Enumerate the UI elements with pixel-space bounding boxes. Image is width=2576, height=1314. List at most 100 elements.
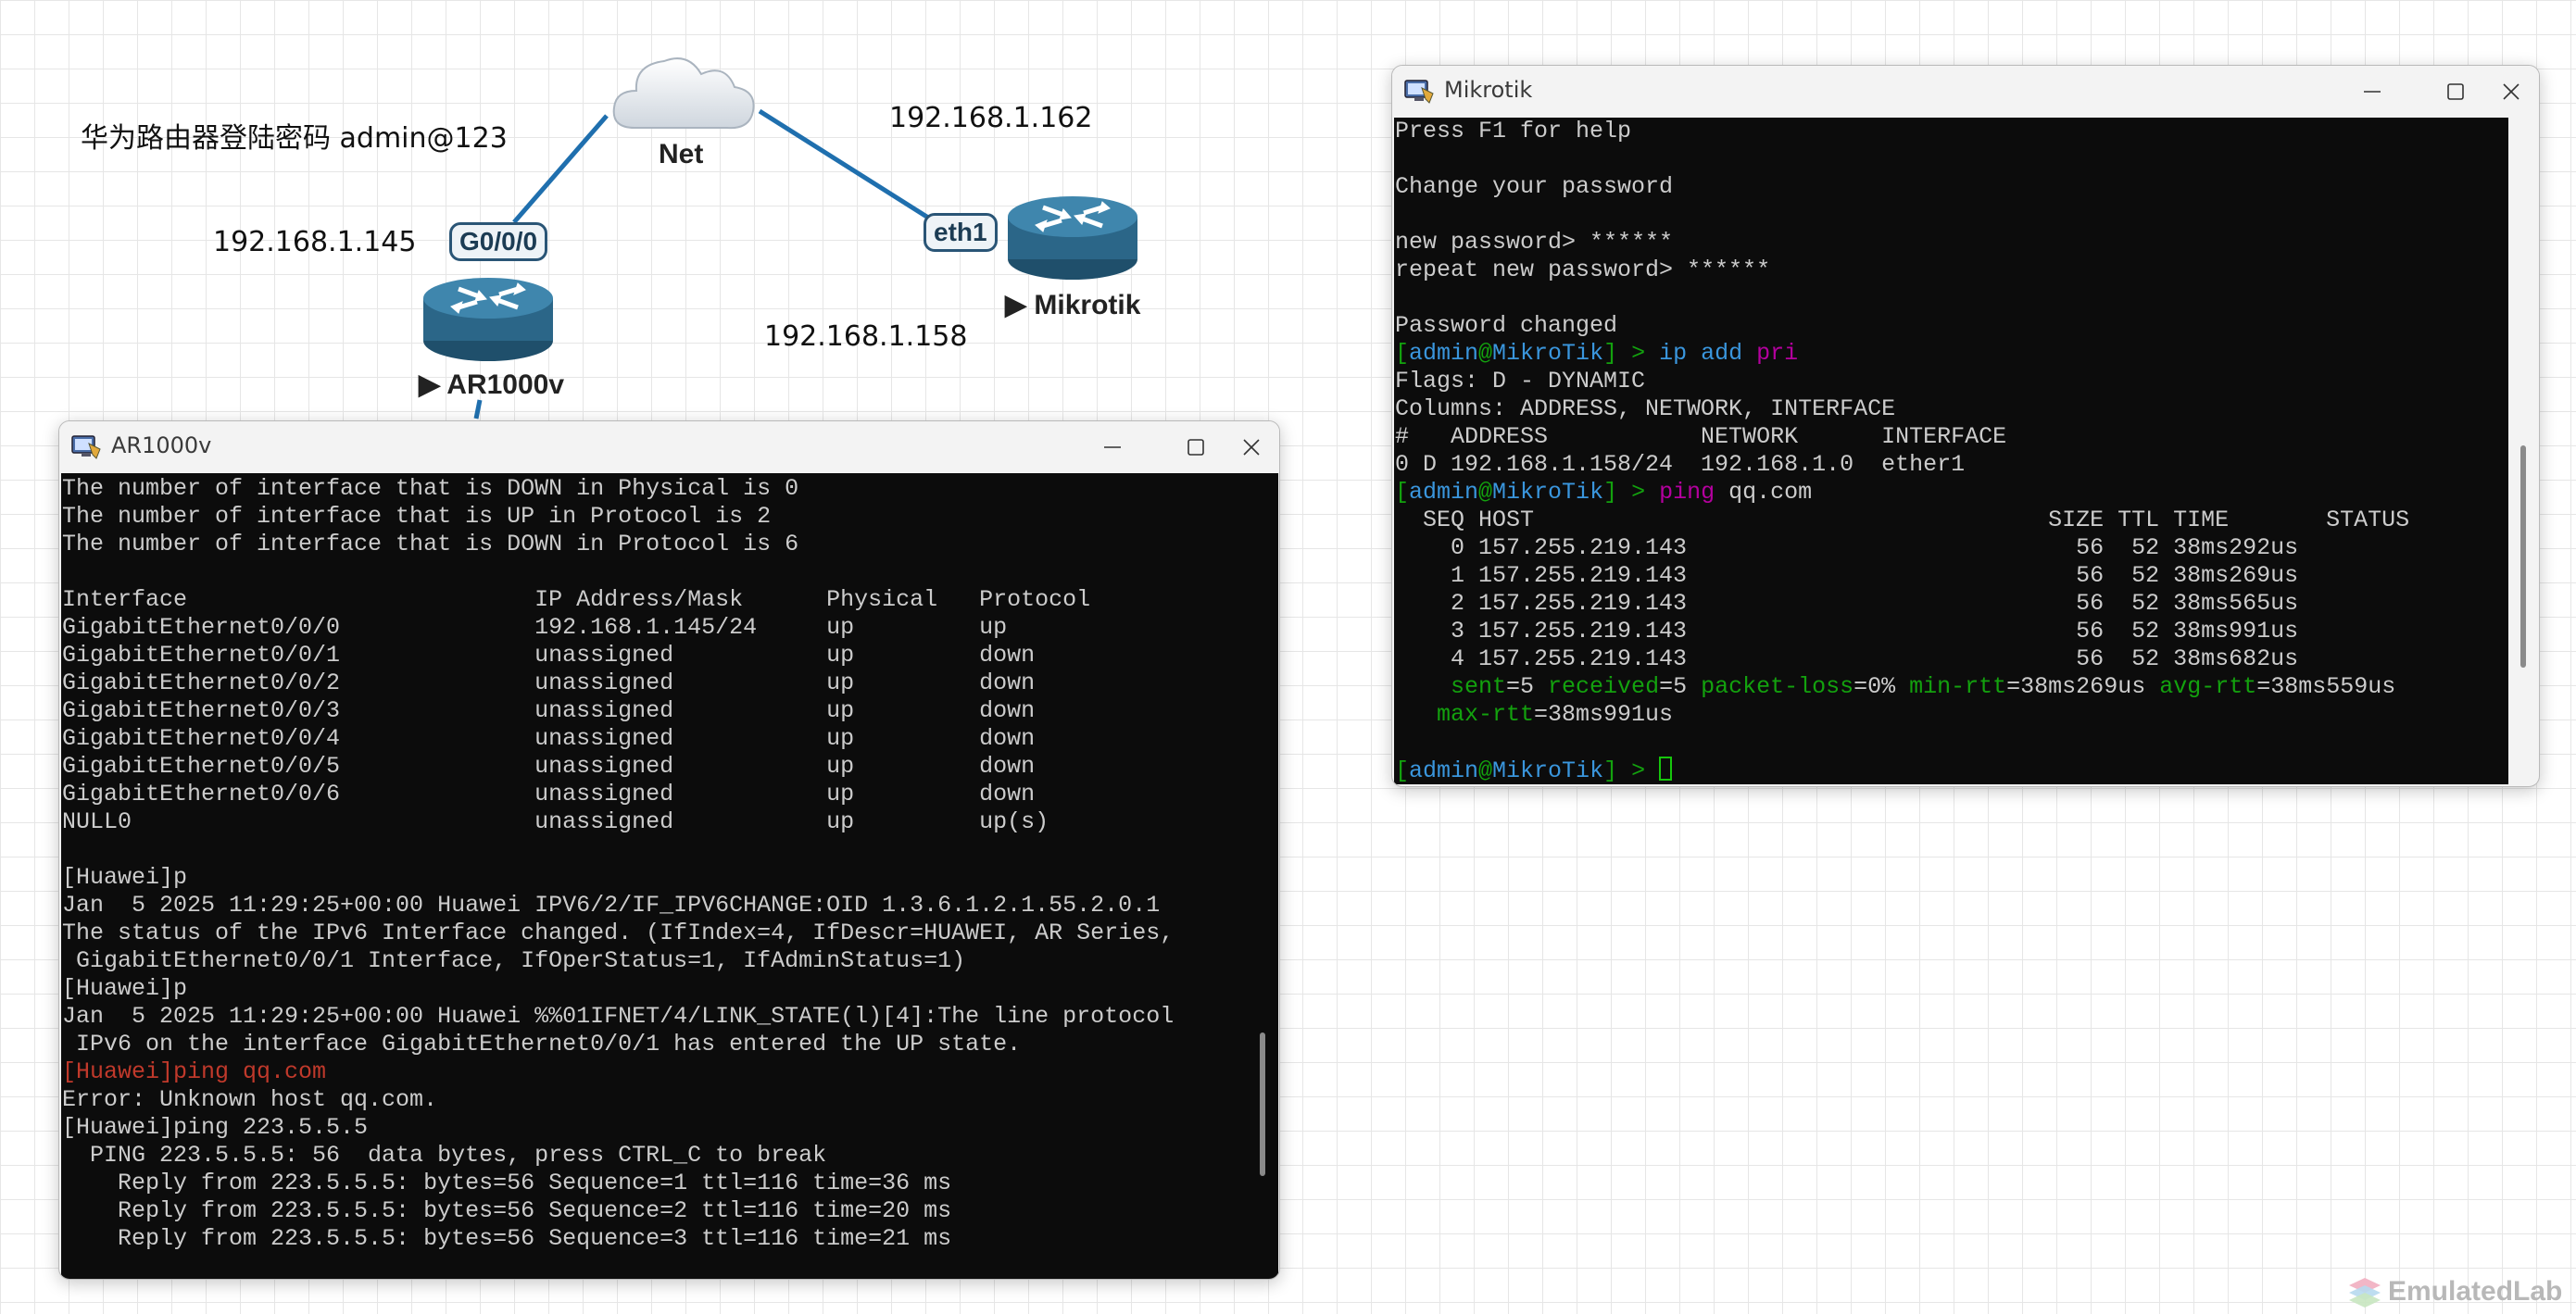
terminal-text: Reply from 223.5.5.5: bytes=56 Sequence=… <box>62 1197 952 1224</box>
terminal-text: 1 157.255.219.143 56 52 38ms269us <box>1395 562 2299 589</box>
terminal-line: 1 157.255.219.143 56 52 38ms269us <box>1395 562 2508 590</box>
mikrotik-terminal[interactable]: Press F1 for help Change your password new… <box>1394 118 2508 784</box>
maximize-button[interactable] <box>2428 71 2483 112</box>
terminal-line: [admin@MikroTik] > ping qq.com <box>1395 479 2508 507</box>
mikrotik-window[interactable]: Mikrotik Press F1 for help Change your pa… <box>1391 65 2540 787</box>
terminal-line: Interface IP Address/Mask Physical Proto… <box>62 586 1278 614</box>
terminal-text: pri <box>1756 340 1799 367</box>
terminal-line: GigabitEthernet0/0/6 unassigned up down <box>62 781 1278 808</box>
terminal-scrollbar[interactable] <box>1260 1032 1265 1176</box>
terminal-text: packet-loss <box>1701 673 1854 700</box>
terminal-text: 4 157.255.219.143 56 52 38ms682us <box>1395 645 2299 672</box>
terminal-text: GigabitEthernet0/0/6 unassigned up down <box>62 781 1036 807</box>
terminal-text: MikroTik <box>1492 479 1604 506</box>
link-ar-down <box>473 399 483 419</box>
terminal-line: SEQ HOST SIZE TTL TIME STATUS <box>1395 507 2508 534</box>
mikrotik-interface-badge: eth1 <box>924 213 998 252</box>
close-button[interactable] <box>2483 71 2539 112</box>
link-ar-net <box>512 114 609 224</box>
terminal-text: qq.com <box>1728 479 1813 506</box>
terminal-scrollbar[interactable] <box>2520 445 2526 668</box>
ar-node-label[interactable]: ▶ AR1000v <box>419 369 564 401</box>
maximize-icon <box>1187 439 1204 456</box>
terminal-text: Change your password <box>1395 173 1674 200</box>
terminal-app-icon <box>71 435 101 459</box>
terminal-text: Jan 5 2025 11:29:25+00:00 Huawei %%01IFN… <box>62 1003 1175 1030</box>
terminal-text: admin <box>1409 340 1479 367</box>
terminal-line: [admin@MikroTik] > ip add pri <box>1395 340 2508 368</box>
terminal-line: max-rtt=38ms991us <box>1395 701 2508 729</box>
terminal-line: 3 157.255.219.143 56 52 38ms991us <box>1395 618 2508 645</box>
terminal-text: GigabitEthernet0/0/0 192.168.1.145/24 up… <box>62 614 1008 641</box>
mikrotik-node-label[interactable]: ▶ Mikrotik <box>1005 289 1140 321</box>
minimize-icon <box>2364 91 2381 93</box>
terminal-line: sent=5 received=5 packet-loss=0% min-rtt… <box>1395 673 2508 701</box>
terminal-text: sent <box>1395 673 1507 700</box>
password-note: 华为路由器登陆密码 admin@123 <box>81 122 508 155</box>
terminal-text: GigabitEthernet0/0/5 unassigned up down <box>62 753 1036 780</box>
close-button[interactable] <box>1224 427 1279 468</box>
terminal-line: The status of the IPv6 Interface changed… <box>62 920 1278 947</box>
terminal-line: Flags: D - DYNAMIC <box>1395 368 2508 395</box>
maximize-button[interactable] <box>1168 427 1224 468</box>
terminal-text: [ <box>1395 340 1410 367</box>
terminal-text: GigabitEthernet0/0/3 unassigned up down <box>62 697 1036 724</box>
router-icon[interactable] <box>421 274 556 363</box>
terminal-line: IPv6 on the interface GigabitEthernet0/0… <box>62 1031 1278 1058</box>
terminal-line: GigabitEthernet0/0/1 Interface, IfOperSt… <box>62 947 1278 975</box>
terminal-text: 3 157.255.219.143 56 52 38ms991us <box>1395 618 2299 644</box>
terminal-text: 2 157.255.219.143 56 52 38ms565us <box>1395 590 2299 617</box>
terminal-text: Error: Unknown host qq.com. <box>62 1086 438 1113</box>
terminal-line: [Huawei]p <box>62 864 1278 892</box>
terminal-line: Change your password <box>1395 173 2508 201</box>
ip-label-ar: 192.168.1.145 <box>213 226 417 258</box>
terminal-text: The number of interface that is UP in Pr… <box>62 503 772 530</box>
watermark-text: EmulatedLab <box>2388 1276 2563 1307</box>
maximize-icon <box>2447 83 2464 100</box>
close-icon <box>1243 439 1260 456</box>
terminal-text: =0% <box>1853 673 1910 700</box>
cloud-icon[interactable] <box>607 44 760 137</box>
terminal-line: Columns: ADDRESS, NETWORK, INTERFACE <box>1395 395 2508 423</box>
terminal-line: [Huawei]ping qq.com <box>62 1058 1278 1086</box>
terminal-text: Columns: ADDRESS, NETWORK, INTERFACE <box>1395 395 1896 422</box>
terminal-line: The number of interface that is UP in Pr… <box>62 503 1278 531</box>
terminal-line: [Huawei]ping 223.5.5.5 <box>62 1114 1278 1142</box>
terminal-text: The number of interface that is DOWN in … <box>62 475 799 502</box>
router-icon[interactable] <box>1006 193 1140 282</box>
terminal-line: # ADDRESS NETWORK INTERFACE <box>1395 423 2508 451</box>
terminal-text: @ <box>1478 757 1493 784</box>
terminal-text: [ <box>1395 479 1410 506</box>
terminal-line: The number of interface that is DOWN in … <box>62 531 1278 558</box>
terminal-text: 0 157.255.219.143 56 52 38ms292us <box>1395 534 2299 561</box>
terminal-text: =5 <box>1506 673 1549 700</box>
terminal-line: The number of interface that is DOWN in … <box>62 475 1278 503</box>
terminal-line: GigabitEthernet0/0/0 192.168.1.145/24 up… <box>62 614 1278 642</box>
terminal-text: =38ms559us <box>2256 673 2396 700</box>
terminal-line: GigabitEthernet0/0/1 unassigned up down <box>62 642 1278 670</box>
terminal-line: Reply from 223.5.5.5: bytes=56 Sequence=… <box>62 1197 1278 1225</box>
minimize-button[interactable] <box>1085 427 1140 468</box>
terminal-line: PING 223.5.5.5: 56 data bytes, press CTR… <box>62 1142 1278 1170</box>
terminal-line: Reply from 223.5.5.5: bytes=56 Sequence=… <box>62 1170 1278 1197</box>
ar1000v-terminal[interactable]: The number of interface that is DOWN in … <box>61 473 1278 1279</box>
window-titlebar[interactable]: Mikrotik <box>1392 66 2539 118</box>
terminal-text: ip add <box>1659 340 1757 367</box>
terminal-text: [ <box>1395 757 1410 784</box>
terminal-text: GigabitEthernet0/0/1 Interface, IfOperSt… <box>62 947 966 974</box>
terminal-app-icon <box>1404 80 1434 104</box>
terminal-text: GigabitEthernet0/0/1 unassigned up down <box>62 642 1036 669</box>
terminal-text: 0 D 192.168.1.158/24 192.168.1.0 ether1 <box>1395 451 1966 478</box>
ar1000v-window[interactable]: AR1000v The number of interface that is … <box>58 420 1280 1280</box>
window-titlebar[interactable]: AR1000v <box>59 421 1279 473</box>
terminal-text: =5 <box>1659 673 1702 700</box>
terminal-line: 0 D 192.168.1.158/24 192.168.1.0 ether1 <box>1395 451 2508 479</box>
terminal-line: 4 157.255.219.143 56 52 38ms682us <box>1395 645 2508 673</box>
terminal-text: admin <box>1409 479 1479 506</box>
terminal-text: The status of the IPv6 Interface changed… <box>62 920 1175 946</box>
terminal-text: @ <box>1478 479 1493 506</box>
terminal-text: max-rtt <box>1395 701 1535 728</box>
minimize-button[interactable] <box>2344 71 2400 112</box>
